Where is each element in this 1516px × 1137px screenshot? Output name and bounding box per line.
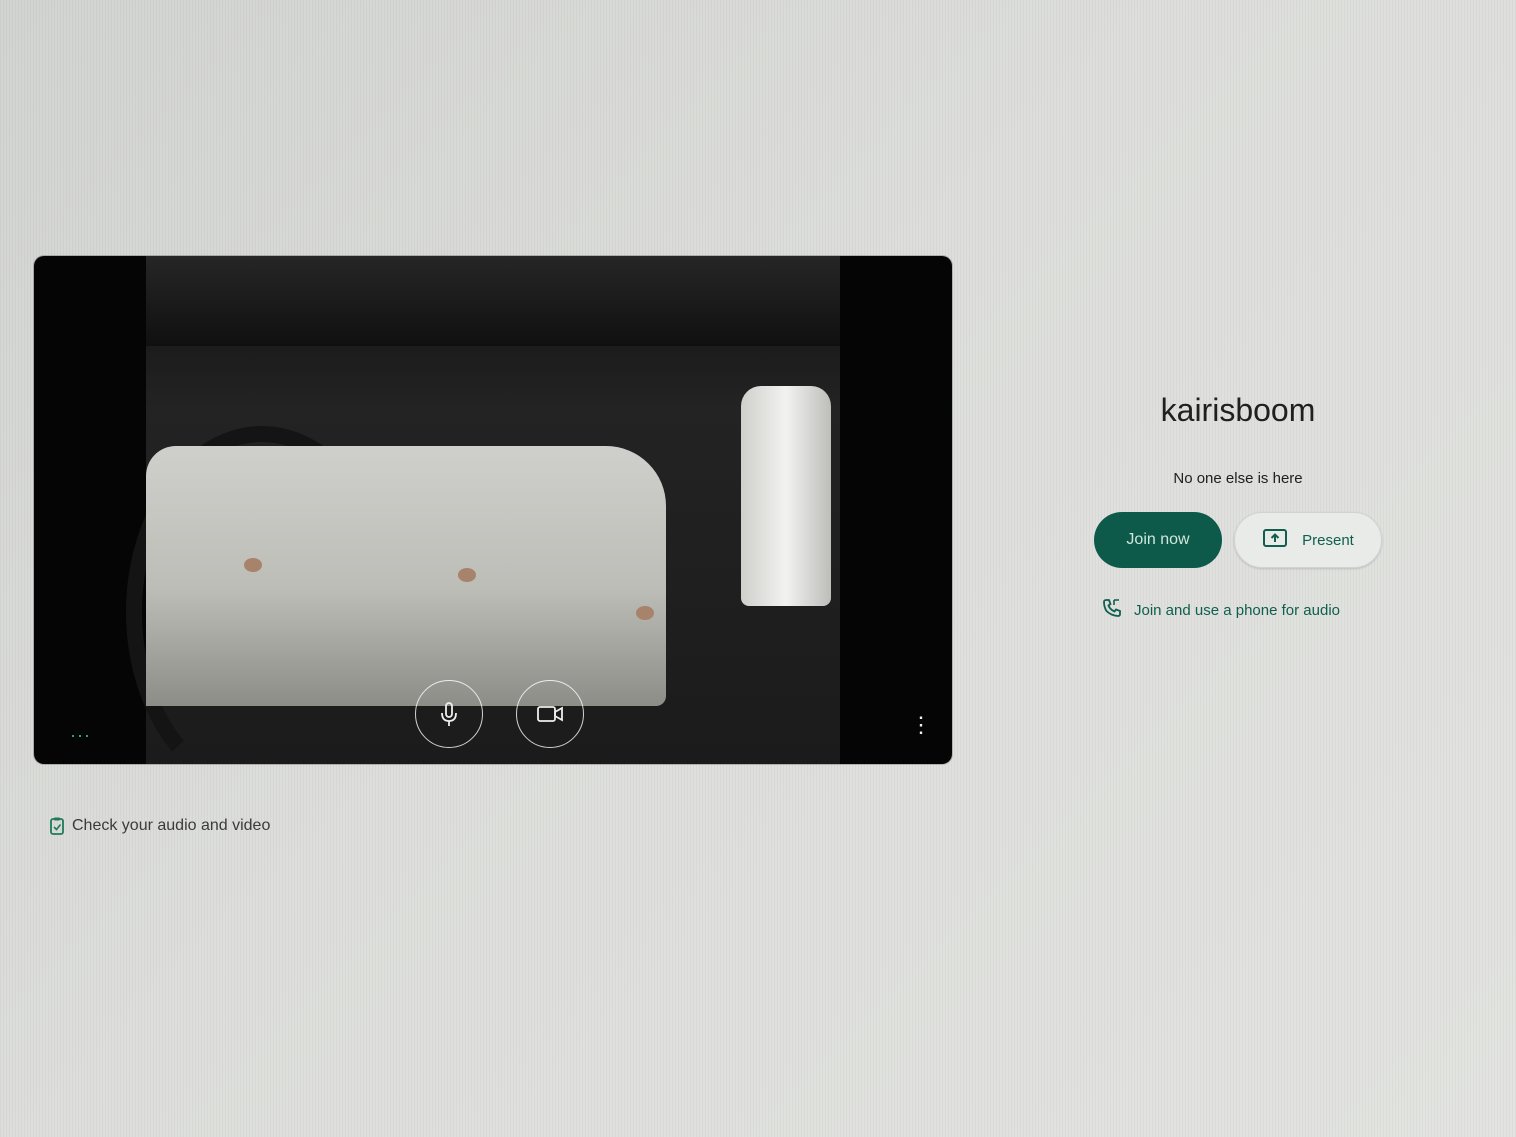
camera-feed-engine-cover (146, 446, 666, 706)
camera-feed-reservoir (741, 386, 831, 606)
present-button[interactable]: Present (1234, 512, 1382, 568)
mic-toggle-button[interactable] (415, 680, 483, 748)
check-audio-video-link[interactable]: Check your audio and video (50, 817, 270, 835)
join-phone-audio-link[interactable]: Join and use a phone for audio (1102, 598, 1340, 622)
check-audio-video-label: Check your audio and video (72, 817, 271, 834)
mic-icon (441, 702, 457, 726)
audio-video-check-icon (50, 817, 64, 835)
camera-feed-bolt (244, 558, 262, 572)
camera-icon (537, 706, 563, 722)
more-options-dots-left[interactable]: ··· (70, 726, 91, 744)
present-label: Present (1302, 531, 1354, 549)
camera-feed-bolt (636, 606, 654, 620)
present-screen-icon (1262, 528, 1288, 552)
camera-feed-image (126, 256, 840, 764)
meeting-title: kairisboom (1160, 392, 1316, 428)
participants-status: No one else is here (1173, 470, 1303, 487)
camera-toggle-button[interactable] (516, 680, 584, 748)
camera-feed-bolt (458, 568, 476, 582)
join-phone-audio-label: Join and use a phone for audio (1134, 601, 1340, 619)
more-options-button[interactable]: ⋮ (910, 714, 932, 736)
camera-feed-top-strip (146, 256, 840, 346)
phone-icon (1102, 598, 1122, 622)
camera-preview: ··· ⋮ (34, 256, 952, 764)
join-now-button[interactable]: Join now (1094, 512, 1222, 568)
